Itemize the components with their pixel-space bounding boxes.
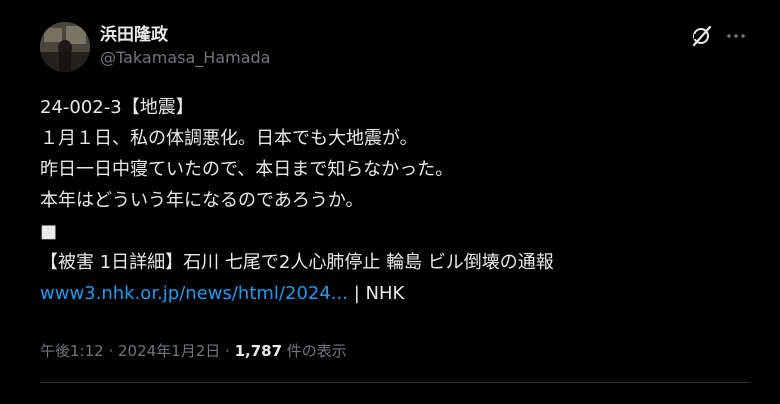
tweet-link-line: www3.nhk.or.jp/news/html/2024... | NHK [40,281,740,307]
tweet-text-line: １月１日、私の体調悪化。日本でも大地震が。 [40,128,418,149]
tweet-text-line: ■ [40,221,58,242]
link-source-label: | NHK [347,283,405,304]
tweet-text: 24-002-3【地震】 １月１日、私の体調悪化。日本でも大地震が。 昨日一日中… [40,95,740,307]
tweet-text-line: 本年はどういう年になるのであろうか。 [40,190,364,211]
views-count: 1,787 [234,342,283,360]
news-link[interactable]: www3.nhk.or.jp/news/html/2024... [40,283,348,304]
avatar[interactable] [40,22,90,72]
tweet-text-line: 昨日一日中寝ていたので、本日まで知らなかった。 [40,159,454,180]
divider [40,382,750,383]
tweet-date[interactable]: 2024年1月2日 [118,342,220,360]
tweet-text-line: 24-002-3【地震】 [40,97,194,118]
meta-separator: · [103,342,118,360]
author-display-name[interactable]: 浜田隆政 [100,24,270,46]
tweet-detail: 浜田隆政 @Takamasa_Hamada 24-002-3【地震】 １月１日、… [0,0,780,404]
tweet-text-line: 【被害 1日詳細】石川 七尾で2人心肺停止 輪島 ビル倒壊の通報 [40,252,554,273]
meta-separator: · [220,342,235,360]
more-options-icon[interactable] [724,24,748,48]
author-handle[interactable]: @Takamasa_Hamada [100,47,270,69]
avatar-image [40,22,90,72]
tweet-time[interactable]: 午後1:12 [40,342,104,360]
views-label: 件の表示 [282,342,347,360]
grok-icon[interactable] [690,24,714,48]
tweet-metadata: 午後1:12 · 2024年1月2日 · 1,787 件の表示 [40,341,347,361]
tweet-author: 浜田隆政 @Takamasa_Hamada [100,24,270,69]
